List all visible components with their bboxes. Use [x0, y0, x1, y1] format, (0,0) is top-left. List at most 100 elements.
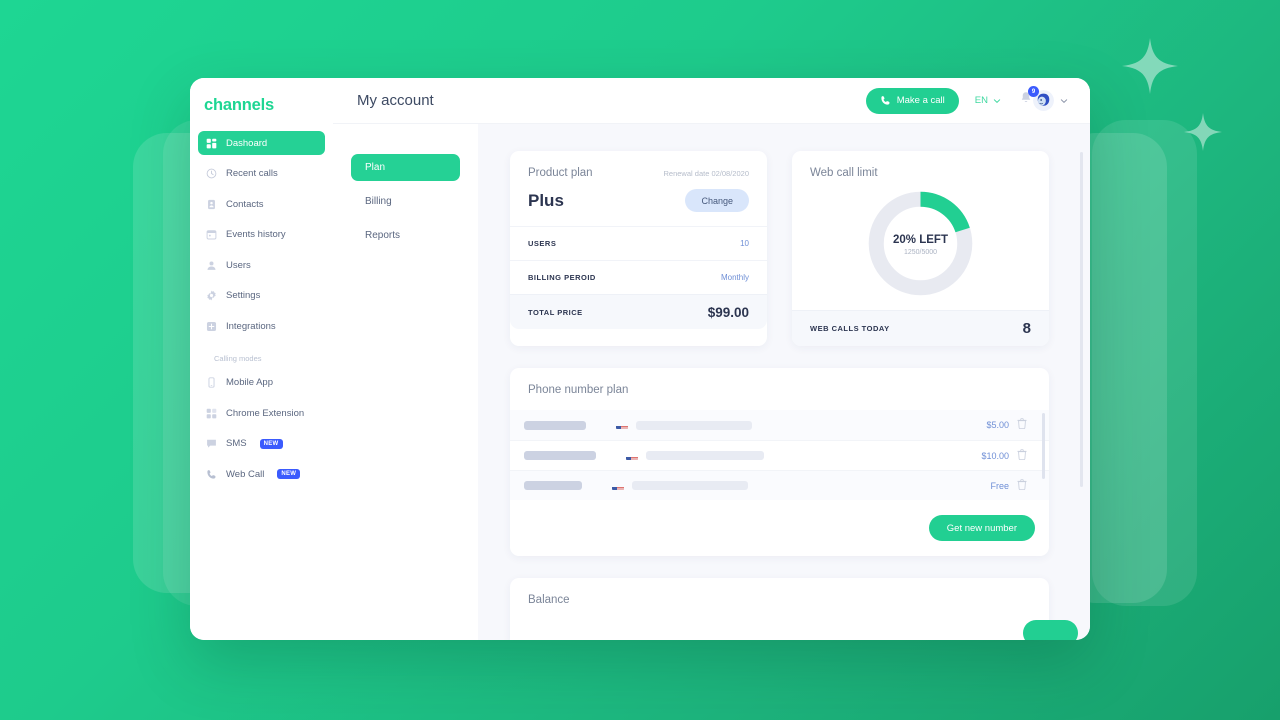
- plus-square-icon: [206, 321, 217, 331]
- phone-rows-scrollbar[interactable]: [1042, 413, 1045, 479]
- sidebar-item-label: Events history: [226, 229, 286, 240]
- sparkle-icon-small: [1184, 113, 1222, 151]
- sidebar-item-label: Settings: [226, 290, 261, 301]
- get-new-number-button[interactable]: Get new number: [928, 515, 1035, 541]
- background-decoration-right-2: [1092, 120, 1197, 606]
- sparkle-icon: [1122, 38, 1178, 94]
- delete-icon[interactable]: [1009, 416, 1035, 434]
- make-a-call-label: Make a call: [896, 95, 945, 106]
- sidebar-item-settings[interactable]: Settings: [198, 284, 325, 308]
- tab-reports[interactable]: Reports: [351, 222, 460, 249]
- sidebar-nav: Dashoard Recent calls Contacts Events hi…: [190, 131, 333, 486]
- sidebar-item-recent-calls[interactable]: Recent calls: [198, 162, 325, 186]
- phone-number-plan-title: Phone number plan: [528, 384, 629, 396]
- change-plan-button[interactable]: Change: [685, 189, 749, 212]
- web-call-limit-card: Web call limit 20% LEFT 1250/5000 WEB CA…: [792, 151, 1049, 346]
- table-row[interactable]: Free: [510, 470, 1049, 500]
- us-flag-icon: [612, 482, 624, 490]
- balance-title: Balance: [528, 594, 570, 606]
- web-call-limit-title: Web call limit: [810, 167, 878, 179]
- billing-period-label: BILLING PEROID: [528, 273, 596, 282]
- total-price-label: TOTAL PRICE: [528, 307, 583, 317]
- phone-number-placeholder: [646, 451, 764, 460]
- sidebar-item-sms[interactable]: SMS NEW: [198, 432, 325, 456]
- us-flag-icon: [626, 452, 638, 460]
- sidebar-item-users[interactable]: Users: [198, 253, 325, 277]
- donut-center-labels: 20% LEFT 1250/5000: [792, 179, 1049, 310]
- tab-billing[interactable]: Billing: [351, 188, 460, 215]
- content-panel: Product plan Renewal date 02/08/2020 Plu…: [478, 124, 1090, 640]
- content-split: Plan Billing Reports Product plan Renewa…: [333, 124, 1090, 640]
- sidebar-item-dashboard[interactable]: Dashoard: [198, 131, 325, 155]
- sidebar-item-label: Web Call: [226, 468, 265, 480]
- web-call-limit-header: Web call limit: [792, 151, 1049, 179]
- sidebar-item-label: Recent calls: [226, 168, 278, 179]
- us-flag-icon: [616, 421, 628, 429]
- web-calls-today-row: WEB CALLS TODAY 8: [792, 310, 1049, 346]
- product-plan-title: Product plan: [528, 167, 593, 179]
- user-icon: [207, 260, 216, 270]
- extension-icon: [206, 408, 217, 418]
- app-window: channels Dashoard Recent calls Contacts …: [190, 78, 1090, 640]
- sidebar-item-web-call[interactable]: Web Call NEW: [198, 462, 325, 486]
- new-badge: NEW: [277, 469, 301, 479]
- table-row[interactable]: $5.00: [510, 410, 1049, 440]
- content-scrollbar[interactable]: [1080, 152, 1083, 487]
- web-calls-today-label: WEB CALLS TODAY: [810, 324, 890, 333]
- sidebar-item-label: Integrations: [226, 320, 276, 332]
- donut-percent-label: 20% LEFT: [893, 233, 948, 246]
- make-a-call-button[interactable]: Make a call: [865, 87, 959, 114]
- plan-name: Plus: [528, 190, 564, 210]
- product-plan-card: Product plan Renewal date 02/08/2020 Plu…: [510, 151, 767, 346]
- new-badge: NEW: [259, 438, 283, 449]
- main-area: My account Make a call EN 9 Plan Billing…: [333, 78, 1090, 640]
- sidebar-item-integrations[interactable]: Integrations: [198, 314, 325, 338]
- phone-price: Free: [990, 480, 1009, 491]
- balance-action-button[interactable]: [1023, 620, 1078, 640]
- phone-number-rows: $5.00 $10.00 Free: [510, 410, 1049, 500]
- phone-number-placeholder: [632, 481, 748, 490]
- phone-icon: [207, 469, 216, 479]
- balance-card: Balance: [510, 578, 1078, 640]
- sidebar-item-chrome-extension[interactable]: Chrome Extension: [198, 401, 325, 425]
- chevron-down-icon: [1060, 98, 1068, 103]
- contact-card-icon: [208, 199, 215, 209]
- page-title: My account: [357, 92, 434, 109]
- phone-number-placeholder: [636, 420, 752, 430]
- language-label: EN: [974, 95, 988, 106]
- sidebar-item-label: Contacts: [226, 198, 264, 210]
- sidebar-item-events-history[interactable]: Events history: [198, 223, 325, 247]
- total-price-row: TOTAL PRICE $99.00: [510, 294, 767, 329]
- web-calls-today-value: 8: [1022, 320, 1031, 337]
- calendar-icon: [206, 230, 217, 240]
- sidebar-item-label: Users: [226, 259, 251, 271]
- plan-name-row: Plus Change: [510, 179, 767, 226]
- sidebar: channels Dashoard Recent calls Contacts …: [190, 78, 333, 640]
- language-selector[interactable]: EN: [975, 95, 1001, 106]
- sidebar-item-label: SMS: [226, 438, 247, 449]
- notifications-button[interactable]: 9: [1019, 86, 1039, 110]
- billing-period-value[interactable]: Monthly: [721, 273, 749, 282]
- product-plan-header: Product plan Renewal date 02/08/2020: [510, 151, 767, 179]
- summary-cards-row: Product plan Renewal date 02/08/2020 Plu…: [510, 151, 1070, 346]
- sidebar-item-mobile-app[interactable]: Mobile App: [198, 371, 325, 395]
- account-subnav: Plan Billing Reports: [333, 124, 478, 640]
- donut-usage-label: 1250/5000: [903, 248, 938, 256]
- chevron-down-icon: [993, 98, 1001, 103]
- delete-icon[interactable]: [1009, 447, 1035, 465]
- table-row[interactable]: $10.00: [510, 440, 1049, 470]
- sidebar-item-contacts[interactable]: Contacts: [198, 192, 325, 216]
- sidebar-section-label: Calling modes: [214, 353, 262, 363]
- phone-label-placeholder: [524, 481, 582, 490]
- delete-icon[interactable]: [1009, 477, 1035, 495]
- total-price-value: $99.00: [707, 304, 749, 320]
- phone-number-plan-header: Phone number plan: [510, 368, 1049, 410]
- phone-label-placeholder: [524, 420, 586, 430]
- users-label: USERS: [528, 239, 557, 248]
- users-row: USERS 10: [510, 226, 767, 260]
- billing-period-row: BILLING PEROID Monthly: [510, 260, 767, 294]
- brand-logo[interactable]: channels: [190, 90, 333, 131]
- phone-icon: [881, 96, 890, 105]
- tab-plan[interactable]: Plan: [351, 154, 460, 181]
- sidebar-item-label: Chrome Extension: [226, 407, 305, 419]
